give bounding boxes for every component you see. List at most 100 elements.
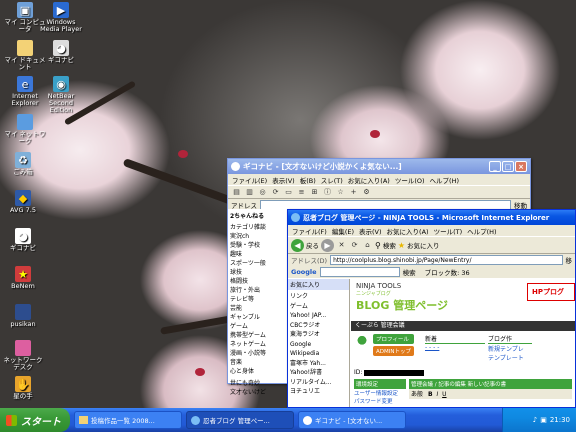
speaker-icon[interactable]: ♪ [533, 416, 537, 424]
tree-item[interactable]: テレビ等 [230, 294, 287, 303]
desktop-icon-recycle-bin[interactable]: ♻ ごみ箱 [0, 152, 46, 176]
stop-icon[interactable]: ✕ [336, 240, 347, 250]
tree-item[interactable]: 音楽 [230, 357, 287, 366]
tree-item[interactable]: 心と身体 [230, 366, 287, 375]
thread-tab[interactable]: 文才ないけど [230, 387, 287, 396]
desktop-icon-netbear[interactable]: ◉ NetBear Second Edition [38, 76, 84, 114]
favorites-label[interactable]: お気に入り [407, 240, 440, 250]
tree-item[interactable]: 旅行・外出 [230, 285, 287, 294]
forward-icon[interactable]: ▶ [321, 238, 334, 252]
back-label[interactable]: 戻る [306, 240, 319, 250]
tree-item[interactable]: 漫画・小説等 [230, 348, 287, 357]
refresh-icon[interactable]: ⟳ [349, 240, 360, 250]
clock[interactable]: 21:30 [550, 416, 570, 424]
taskbar-item-1[interactable]: 投稿作品一覧 2008... [74, 411, 182, 429]
google-search-input[interactable] [319, 267, 400, 277]
menu-thread[interactable]: スレ(T) [321, 175, 343, 185]
new-link-1[interactable]: - - - - [425, 344, 485, 351]
tree-icon[interactable]: ⊞ [309, 187, 320, 197]
stop-icon[interactable]: ◎ [257, 187, 268, 197]
minimize-button[interactable]: _ [489, 161, 501, 172]
menu-view[interactable]: 表示(V) [359, 226, 382, 236]
news-link[interactable]: 新規テンプレ [488, 344, 532, 353]
window-icon[interactable]: ▭ [283, 187, 294, 197]
desktop-icon-gikonavi-2[interactable]: ◕ ギコナビ [0, 228, 46, 252]
desktop-icon-gikonavi[interactable]: ◕ ギコナビ [38, 40, 84, 64]
desktop-icon-benem[interactable]: ★ BeNem [0, 266, 46, 290]
settings-icon[interactable]: ⚙ [361, 187, 372, 197]
tree-item[interactable]: スポーツ一般 [230, 258, 287, 267]
back-icon[interactable]: ◀ [291, 238, 304, 252]
favorite-item[interactable]: Yahoo! JAP... [290, 311, 347, 321]
search-label[interactable]: 検索 [383, 240, 396, 250]
favorite-item[interactable]: Yahoo!辞書 [290, 368, 347, 378]
print-icon[interactable]: ▥ [244, 187, 255, 197]
menu-help[interactable]: ヘルプ(H) [430, 175, 459, 185]
tree-item[interactable]: 球技 [230, 267, 287, 276]
favorite-item[interactable]: Google [290, 340, 347, 350]
menu-favorites[interactable]: お気に入り(A) [348, 175, 390, 185]
star-icon[interactable]: ☆ [335, 187, 346, 197]
url-input[interactable]: http://coolplus.blog.shinobi.jp/Page/New… [330, 255, 563, 265]
network-tray-icon[interactable]: ▣ [540, 416, 547, 424]
desktop-icon-my-network[interactable]: マイ ネットワーク [2, 114, 48, 145]
menu-tools[interactable]: ツール(O) [395, 175, 425, 185]
news-link[interactable]: テンプレート [488, 353, 532, 362]
favorite-item[interactable]: ヨチュリエ [290, 387, 347, 397]
favorite-item[interactable]: リンク [290, 292, 347, 302]
tree-item[interactable]: 実況ch [230, 231, 287, 240]
editor-font[interactable]: あ般 [411, 391, 423, 398]
menu-help[interactable]: ヘルプ(H) [467, 226, 496, 236]
go-button[interactable]: 移 [566, 255, 573, 265]
desktop-icon-network-desk[interactable]: ネットワーク デスク [0, 340, 46, 371]
menu-file[interactable]: ファイル(E) [232, 175, 267, 185]
favorite-item[interactable]: Wikipedia [290, 349, 347, 359]
favorite-item[interactable]: 東海ラジオ [290, 330, 347, 340]
add-icon[interactable]: + [348, 187, 359, 197]
google-search-button[interactable]: 検索 [403, 267, 416, 277]
tree-item[interactable]: カテゴリ雑談 [230, 222, 287, 231]
tree-item[interactable]: 芸能 [230, 303, 287, 312]
save-icon[interactable]: ▤ [231, 187, 242, 197]
favorite-item[interactable]: ゲーム [290, 302, 347, 312]
maximize-button[interactable]: □ [502, 161, 514, 172]
list-icon[interactable]: ≡ [296, 187, 307, 197]
taskbar-item-2[interactable]: 忍者ブログ 管理ペー... [186, 411, 294, 429]
hp-blog-banner[interactable]: HPプログ [527, 283, 575, 301]
tree-item[interactable]: ゲーム [230, 321, 287, 330]
taskbar-item-3[interactable]: ギコナビ - [文才ない... [298, 411, 406, 429]
nav-item[interactable]: パスワード変更 [354, 397, 406, 405]
tree-item[interactable]: 携帯型ゲーム [230, 330, 287, 339]
menu-favorites[interactable]: お気に入り(A) [387, 226, 429, 236]
refresh-icon[interactable]: ⟳ [270, 187, 281, 197]
start-button[interactable]: スタート [0, 408, 70, 432]
desktop-icon-pusikan[interactable]: pusikan [0, 304, 46, 328]
ie-window[interactable]: 忍者ブログ 管理ページ - NINJA TOOLS - Microsoft In… [287, 209, 576, 408]
desktop-icon-star-hand[interactable]: ✋ 星の手 [0, 376, 46, 400]
favorites-star-icon[interactable]: ★ [398, 241, 405, 250]
desktop-icon-media-player[interactable]: ▶ Windows Media Player [38, 2, 84, 33]
menu-file[interactable]: ファイル(F) [292, 226, 327, 236]
ie-titlebar[interactable]: 忍者ブログ 管理ページ - NINJA TOOLS - Microsoft In… [288, 210, 575, 225]
menu-tools[interactable]: ツール(T) [434, 226, 463, 236]
close-button[interactable]: × [515, 161, 527, 172]
info-icon[interactable]: ⓘ [322, 187, 333, 197]
underline-icon[interactable]: U [442, 391, 446, 398]
admin-top-button[interactable]: ADMINトップ [373, 346, 414, 356]
favorite-item[interactable]: 富塚市 Yah... [290, 359, 347, 369]
search-icon[interactable]: ⚲ [375, 241, 381, 250]
tree-item[interactable]: 趣味 [230, 249, 287, 258]
tree-item[interactable]: 受験・学校 [230, 240, 287, 249]
italic-icon[interactable]: I [436, 391, 438, 398]
favorite-item[interactable]: リアルタイム... [290, 378, 347, 388]
bold-icon[interactable]: B [428, 391, 433, 398]
menu-board[interactable]: 板(B) [300, 175, 316, 185]
home-icon[interactable]: ⌂ [362, 240, 373, 250]
menu-edit[interactable]: 編集(E) [332, 226, 354, 236]
profile-button[interactable]: プロフィール [373, 334, 414, 344]
tree-item[interactable]: ギャンブル [230, 312, 287, 321]
menu-view[interactable]: 表示(V) [272, 175, 295, 185]
tree-item[interactable]: ネットゲーム [230, 339, 287, 348]
nav-item[interactable]: ユーザー情報設定 [354, 389, 406, 397]
desktop-icon-avg[interactable]: ◆ AVG 7.5 [0, 190, 46, 214]
